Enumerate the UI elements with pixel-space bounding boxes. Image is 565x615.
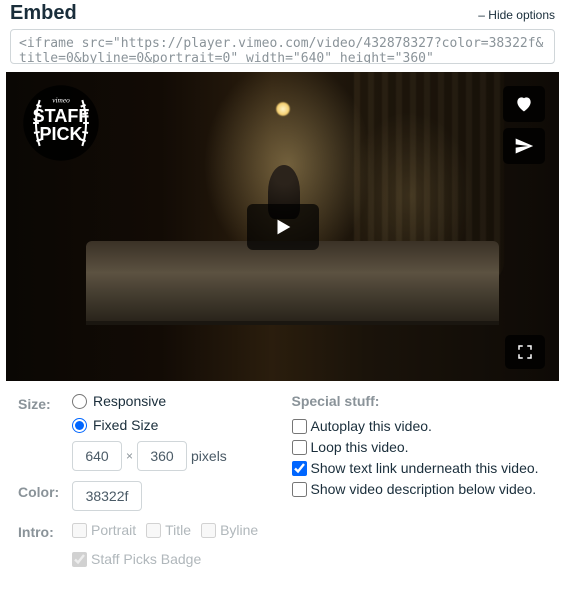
special-textlink-label: Show text link underneath this video. — [311, 459, 539, 477]
intro-title-label: Title — [165, 521, 191, 539]
paper-plane-icon — [513, 136, 535, 156]
special-autoplay-checkbox[interactable] — [292, 419, 307, 434]
share-button[interactable] — [503, 128, 545, 164]
height-input[interactable] — [137, 441, 187, 471]
fullscreen-icon — [516, 343, 534, 361]
special-loop-option[interactable]: Loop this video. — [292, 438, 556, 456]
special-loop-label: Loop this video. — [311, 438, 409, 456]
special-autoplay-option[interactable]: Autoplay this video. — [292, 417, 556, 435]
size-fixed-radio[interactable] — [72, 418, 87, 433]
hide-options-link[interactable]: – Hide options — [478, 8, 555, 22]
fullscreen-button[interactable] — [505, 335, 545, 369]
intro-staffbadge-label: Staff Picks Badge — [91, 550, 201, 568]
staffpick-line2: PICK — [39, 124, 82, 144]
heart-icon — [513, 94, 535, 114]
dimensions-times: × — [126, 449, 133, 463]
special-loop-checkbox[interactable] — [292, 440, 307, 455]
intro-staffbadge-checkbox[interactable] — [72, 552, 87, 567]
special-autoplay-label: Autoplay this video. — [311, 417, 432, 435]
staff-pick-badge: vimeo STAFF PICK — [20, 82, 102, 164]
intro-byline-checkbox[interactable] — [201, 523, 216, 538]
embed-code-textarea[interactable]: <iframe src="https://player.vimeo.com/vi… — [10, 29, 555, 64]
special-textlink-option[interactable]: Show text link underneath this video. — [292, 459, 556, 477]
size-label: Size: — [18, 393, 72, 412]
intro-title-checkbox[interactable] — [146, 523, 161, 538]
color-label: Color: — [18, 481, 72, 500]
special-textlink-checkbox[interactable] — [292, 461, 307, 476]
intro-label: Intro: — [18, 521, 72, 540]
intro-byline-label: Byline — [220, 521, 258, 539]
play-button[interactable] — [247, 204, 319, 250]
video-preview: vimeo STAFF PICK — [6, 72, 559, 381]
intro-portrait-checkbox[interactable] — [72, 523, 87, 538]
staffpick-line1: STAFF — [33, 106, 90, 126]
size-fixed-option[interactable]: Fixed Size — [72, 417, 282, 433]
like-button[interactable] — [503, 86, 545, 122]
page-title: Embed — [10, 2, 77, 25]
special-desc-option[interactable]: Show video description below video. — [292, 480, 556, 498]
intro-staffbadge-option[interactable]: Staff Picks Badge — [72, 550, 282, 568]
special-desc-checkbox[interactable] — [292, 482, 307, 497]
size-fixed-label: Fixed Size — [93, 417, 158, 433]
special-desc-label: Show video description below video. — [311, 480, 537, 498]
size-responsive-option[interactable]: Responsive — [72, 393, 282, 409]
intro-portrait-option[interactable]: Portrait — [72, 521, 136, 539]
pixels-label: pixels — [191, 448, 227, 464]
size-responsive-label: Responsive — [93, 393, 166, 409]
special-label: Special stuff: — [292, 393, 556, 409]
width-input[interactable] — [72, 441, 122, 471]
play-icon — [272, 215, 294, 239]
intro-portrait-label: Portrait — [91, 521, 136, 539]
intro-byline-option[interactable]: Byline — [201, 521, 258, 539]
size-responsive-radio[interactable] — [72, 394, 87, 409]
color-input[interactable] — [72, 481, 142, 511]
staffpick-brand: vimeo — [52, 96, 70, 105]
intro-title-option[interactable]: Title — [146, 521, 191, 539]
